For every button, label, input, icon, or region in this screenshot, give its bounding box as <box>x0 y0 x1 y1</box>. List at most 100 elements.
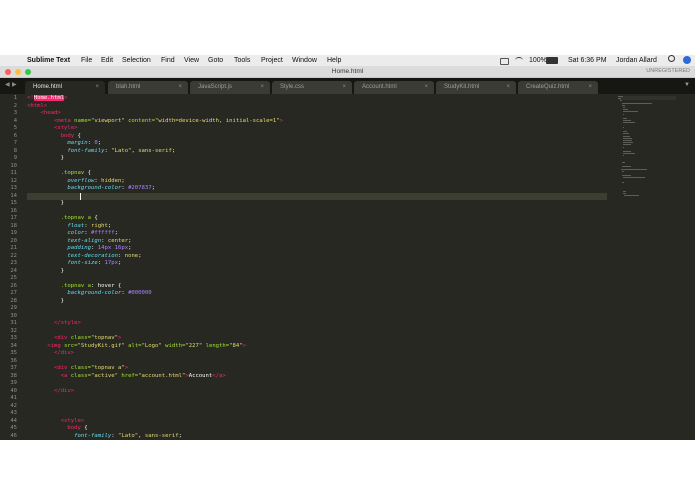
code-line[interactable] <box>27 163 607 171</box>
tab-close-icon[interactable]: × <box>260 81 264 94</box>
code-line[interactable]: .topnav a { <box>27 215 607 223</box>
code-line[interactable] <box>27 380 607 388</box>
code-line[interactable]: } <box>27 200 607 208</box>
menu-find[interactable]: Find <box>161 55 175 66</box>
code-token: <html> <box>27 102 48 109</box>
minimap-viewport[interactable] <box>618 96 676 100</box>
minimap-line <box>623 109 628 111</box>
code-line[interactable]: body { <box>27 425 607 433</box>
screen-mirror-icon[interactable] <box>500 58 509 65</box>
spotlight-search-icon[interactable] <box>668 55 675 66</box>
code-line[interactable] <box>27 395 607 403</box>
code-token: ; <box>97 140 102 146</box>
code-line[interactable]: font-family: "Lato", sans-serif; <box>27 148 607 156</box>
tab-3[interactable]: Style.css × <box>272 81 352 94</box>
code-line[interactable]: body { <box>27 133 607 141</box>
tab-1[interactable]: blah.html × <box>108 81 188 94</box>
code-line[interactable]: background-color: #207837; <box>27 185 607 193</box>
code-line[interactable]: font-size: 17px; <box>27 260 607 268</box>
code-line[interactable]: <head> <box>27 110 607 118</box>
code-line[interactable] <box>27 208 607 216</box>
tab-5[interactable]: StudyKit.html × <box>436 81 516 94</box>
code-line[interactable]: } <box>27 298 607 306</box>
code-line[interactable]: color: #ffffff; <box>27 230 607 238</box>
tab-close-icon[interactable]: × <box>588 81 592 94</box>
code-line[interactable]: .topnav a: hover { <box>27 283 607 291</box>
code-line[interactable]: } <box>27 155 607 163</box>
tab-close-icon[interactable]: × <box>342 81 346 94</box>
code-line[interactable] <box>27 313 607 321</box>
tab-0[interactable]: Home.html × <box>25 81 105 94</box>
code-token: font-family <box>74 432 112 439</box>
code-line[interactable]: } <box>27 268 607 276</box>
tab-label: Style.css <box>280 84 305 90</box>
code-line[interactable]: <style> <box>27 418 607 426</box>
menu-window[interactable]: Window <box>292 55 317 66</box>
code-line[interactable] <box>27 403 607 411</box>
code-token: body <box>67 425 85 431</box>
code-line[interactable]: <div class="topnav a"> <box>27 365 607 373</box>
code-token: text-decoration <box>67 252 118 259</box>
minimap[interactable] <box>618 96 676 206</box>
code-line[interactable]: text-decoration: none; <box>27 253 607 261</box>
code-line[interactable]: <style> <box>27 125 607 133</box>
code-line[interactable]: <a class="active" href="account.html">Ac… <box>27 373 607 381</box>
code-token: ; <box>128 237 132 244</box>
code-editor[interactable]: 1 2 3 4 5 6 7 8 9 10 11 12 13 14 15 16 17 18 19 20 21 22 23 24 2… <box>0 94 695 440</box>
code-line[interactable]: <html> <box>27 103 607 111</box>
tab-back-arrow-icon[interactable]: ◀ <box>5 81 10 88</box>
menu-edit[interactable]: Edit <box>101 55 113 66</box>
code-line[interactable]: </div> <box>27 350 607 358</box>
menu-view[interactable]: View <box>184 55 199 66</box>
menu-project[interactable]: Project <box>261 55 283 66</box>
code-line[interactable]: text-align: center; <box>27 238 607 246</box>
code-line[interactable] <box>27 192 607 200</box>
code-line[interactable]: </div> <box>27 388 607 396</box>
code-token: "topnav" <box>91 335 118 341</box>
tab-close-icon[interactable]: × <box>178 81 182 94</box>
battery-icon[interactable] <box>546 55 558 66</box>
tab-4[interactable]: Account.html × <box>354 81 434 94</box>
menu-file[interactable]: File <box>81 55 92 66</box>
code-line[interactable]: <meta name="viewport" content="width=dev… <box>27 118 607 126</box>
code-area[interactable]: <!Home.html> <html> <head> <meta name="vi… <box>27 94 607 440</box>
code-line[interactable]: font-family: "Lato", sans-serif; <box>27 433 607 441</box>
code-line[interactable] <box>27 358 607 366</box>
code-line[interactable]: padding: 14px 16px; <box>27 245 607 253</box>
tab-list-dropdown-icon[interactable]: ▼ <box>684 82 690 88</box>
code-line[interactable]: </style> <box>27 320 607 328</box>
code-line[interactable]: background-color: #000000 <box>27 290 607 298</box>
code-token: "227" <box>185 342 206 349</box>
app-menu[interactable]: Sublime Text <box>27 55 70 66</box>
code-line[interactable]: <div class="topnav"> <box>27 335 607 343</box>
menu-goto[interactable]: Goto <box>208 55 223 66</box>
tab-forward-arrow-icon[interactable]: ▶ <box>12 81 17 88</box>
tab-close-icon[interactable]: × <box>95 81 99 94</box>
code-token: background-color <box>67 290 122 296</box>
code-line[interactable]: overflow: hidden; <box>27 178 607 186</box>
user-name[interactable]: Jordan Allard <box>616 55 657 66</box>
code-line[interactable]: float: right; <box>27 223 607 231</box>
code-line[interactable] <box>27 275 607 283</box>
tab-6[interactable]: CreateQuiz.html × <box>518 81 598 94</box>
code-line[interactable]: margin: 0; <box>27 140 607 148</box>
tab-close-icon[interactable]: × <box>506 81 510 94</box>
menu-tools[interactable]: Tools <box>234 55 250 66</box>
code-token: "Lato" <box>117 432 139 439</box>
code-line[interactable]: .topnav { <box>27 170 607 178</box>
code-line[interactable]: <img src="StudyKit.gif" alt="Logo" width… <box>27 343 607 351</box>
code-line[interactable] <box>27 328 607 336</box>
tab-close-icon[interactable]: × <box>424 81 428 94</box>
code-line[interactable] <box>27 305 607 313</box>
menu-selection[interactable]: Selection <box>122 55 151 66</box>
code-line[interactable] <box>27 410 607 418</box>
tab-2[interactable]: JavaScript.js × <box>190 81 270 94</box>
menu-help[interactable]: Help <box>327 55 341 66</box>
code-line[interactable]: <!Home.html> <box>27 95 607 103</box>
clock[interactable]: Sat 6:36 PM <box>568 55 607 66</box>
